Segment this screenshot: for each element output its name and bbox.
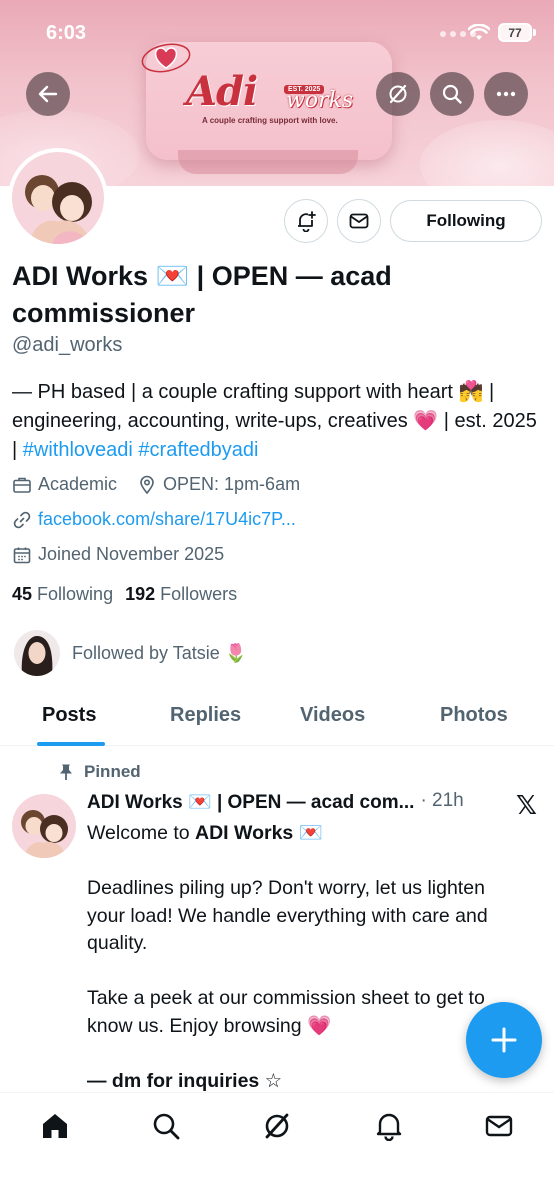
search-icon (153, 1113, 180, 1140)
post-paragraph-2: Deadlines piling up? Don't worry, let us… (87, 877, 488, 954)
profile-bio: — PH based | a couple crafting support w… (12, 378, 546, 465)
plus-icon (491, 1027, 517, 1053)
envelope-icon (349, 213, 369, 229)
post-paragraph-3: Take a peek at our commission sheet to g… (87, 987, 485, 1037)
more-dots-icon (496, 91, 516, 97)
post-line-welcome: Welcome to ADI Works 💌 (87, 822, 323, 844)
bell-icon (376, 1113, 402, 1141)
tab-photos[interactable]: Photos (440, 704, 508, 727)
tab-replies[interactable]: Replies (170, 704, 241, 727)
banner-logo-sub: works (286, 88, 354, 113)
nav-notifications[interactable] (372, 1109, 406, 1143)
compose-post-button[interactable] (466, 1002, 542, 1078)
post-timestamp[interactable]: · 21h (420, 790, 463, 814)
notifications-subscribe-button[interactable] (284, 199, 328, 243)
location-pin-icon (140, 475, 154, 494)
followers-count-link[interactable]: 192 Followers (125, 584, 237, 605)
post-header: ADI Works 💌 | OPEN — acad com... · 21h (87, 790, 464, 814)
home-icon (43, 1114, 67, 1138)
follow-counts: 45 Following 192 Followers (12, 584, 237, 605)
nav-grok[interactable] (260, 1109, 294, 1143)
tab-videos[interactable]: Videos (300, 704, 365, 727)
profile-category: Academic (38, 474, 118, 494)
profile-name: ADI Works 💌 | OPEN — acad commissioner (12, 261, 392, 328)
calendar-icon (13, 547, 31, 563)
envelope-icon (485, 1115, 513, 1137)
x-logo-icon: 𝕏 (516, 790, 537, 820)
nav-messages[interactable] (482, 1109, 516, 1143)
nav-home[interactable] (38, 1109, 72, 1143)
profile-meta-row-1: Academic OPEN: 1pm-6am (12, 474, 300, 495)
message-button[interactable] (337, 199, 381, 243)
more-button[interactable] (484, 72, 528, 116)
pinned-label: Pinned (58, 762, 141, 782)
grok-button[interactable] (376, 72, 420, 116)
followed-by-text: Followed by Tatsie 🌷 (72, 642, 248, 663)
profile-meta-row-3: Joined November 2025 (12, 544, 224, 565)
profile-handle: @adi_works (12, 334, 123, 356)
grok-icon (265, 1113, 289, 1139)
pin-icon (60, 764, 72, 780)
profile-joined: Joined November 2025 (38, 544, 225, 564)
search-icon (442, 84, 462, 104)
briefcase-icon (13, 477, 31, 493)
hashtag-withloveadi[interactable]: #withloveadi (23, 439, 133, 461)
following-count-link[interactable]: 45 Following (12, 584, 113, 605)
avatar-illustration (12, 152, 104, 244)
follower-avatar (14, 630, 60, 676)
active-tab-indicator (37, 742, 105, 746)
profile-meta-row-2: facebook.com/share/17U4ic7P... (12, 509, 296, 530)
profile-location: OPEN: 1pm-6am (163, 474, 301, 494)
hashtag-craftedbyadi[interactable]: #craftedbyadi (138, 439, 258, 461)
post-author-avatar[interactable] (12, 794, 76, 858)
profile-avatar[interactable] (8, 148, 108, 248)
bell-plus-icon (298, 211, 316, 232)
post-signature: — dm for inquiries ☆ (87, 1069, 283, 1092)
following-button[interactable]: Following (390, 200, 542, 242)
banner-tagline: A couple crafting support with love. (202, 116, 338, 125)
profile-link[interactable]: facebook.com/share/17U4ic7P... (38, 509, 296, 530)
link-icon (13, 511, 31, 528)
profile-tabs: Posts Replies Videos Photos (0, 690, 554, 746)
wifi-icon (468, 24, 490, 40)
nav-explore[interactable] (149, 1109, 183, 1143)
followed-by-row[interactable]: Followed by Tatsie 🌷 (14, 630, 247, 676)
battery-indicator: 77 (498, 23, 532, 42)
banner-logo: Adi (186, 68, 258, 115)
status-bar: 6:03 77 (0, 0, 554, 64)
post-author-name[interactable]: ADI Works 💌 | OPEN — acad com... (87, 790, 414, 814)
grok-icon (389, 84, 407, 104)
search-button[interactable] (430, 72, 474, 116)
back-button[interactable] (26, 72, 70, 116)
post-text[interactable]: Welcome to ADI Works 💌 Deadlines piling … (87, 820, 527, 1123)
bottom-navigation (0, 1092, 554, 1200)
status-time: 6:03 (46, 22, 87, 44)
back-arrow-icon (38, 85, 58, 103)
tab-posts[interactable]: Posts (42, 704, 96, 727)
